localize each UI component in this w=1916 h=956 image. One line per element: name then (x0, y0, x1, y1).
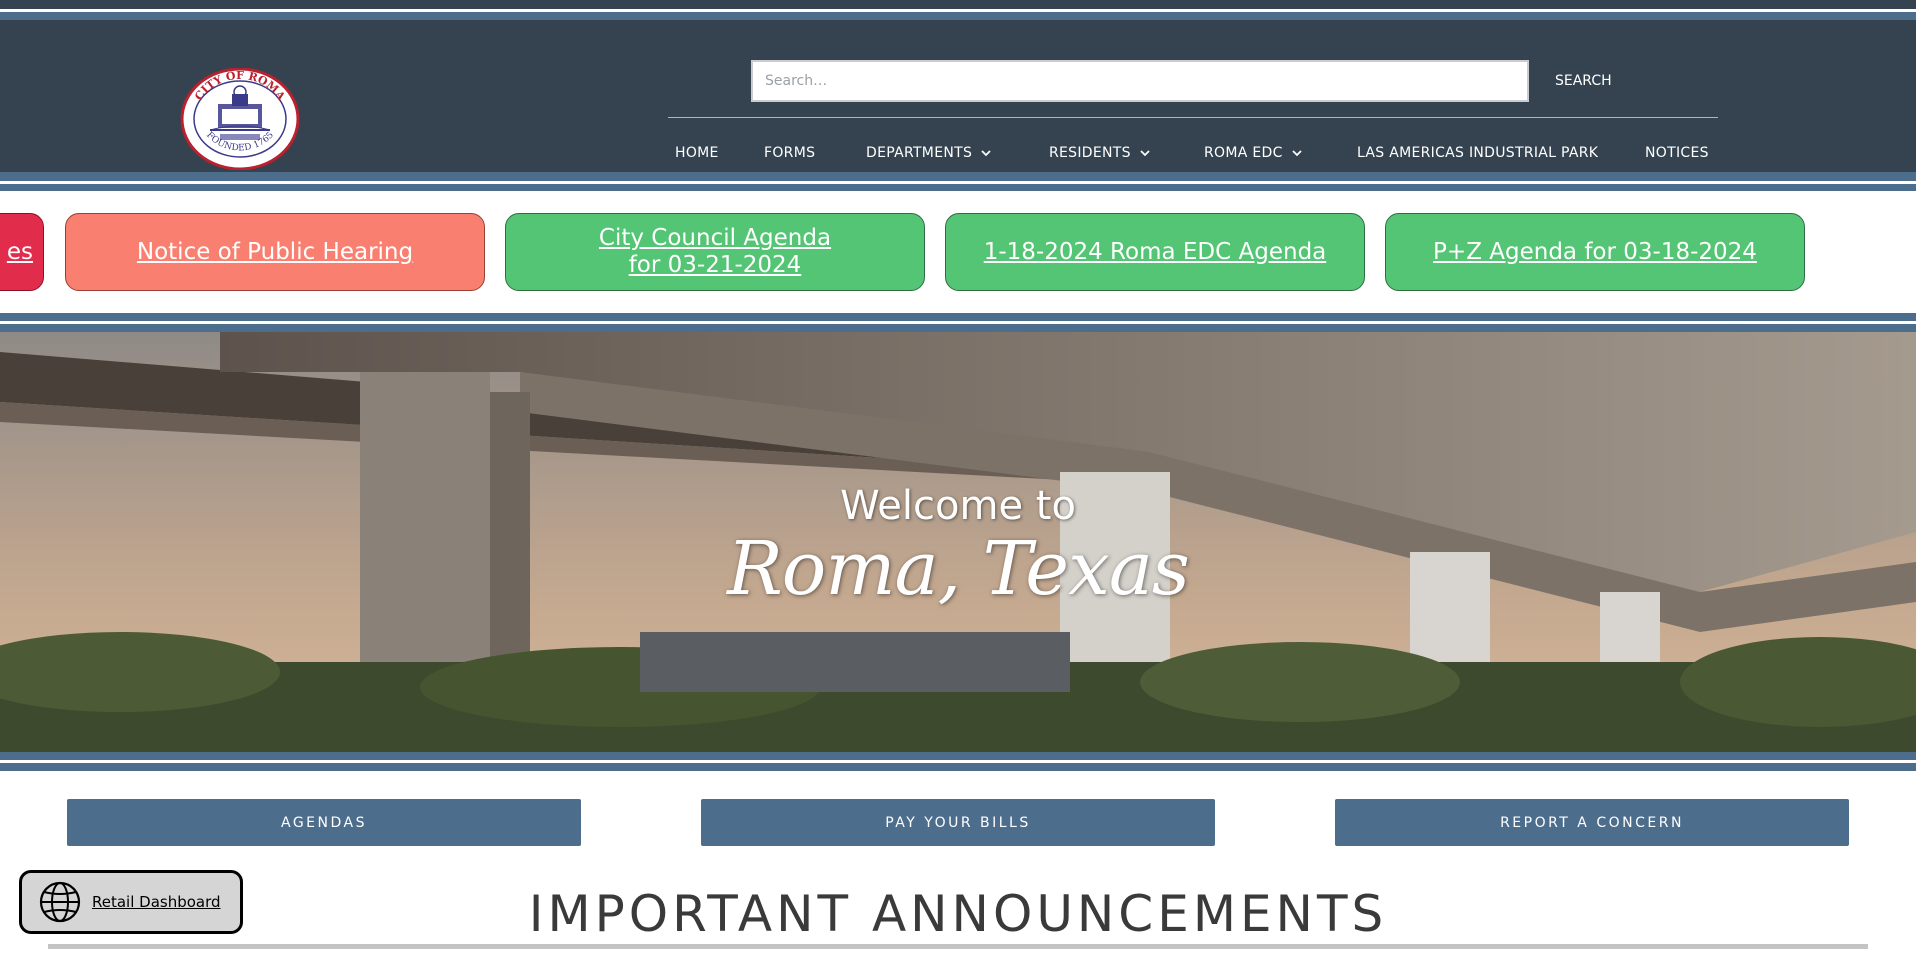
hero-bottom-stripe-blue-2 (0, 763, 1916, 771)
nav-label: FORMS (764, 145, 816, 161)
notice-label: Notice of Public Hearing (136, 238, 414, 265)
nav-label: NOTICES (1645, 145, 1709, 161)
notice-label: 1-18-2024 Roma EDC Agenda (983, 238, 1327, 265)
announcements-divider (48, 944, 1868, 949)
notice-button[interactable]: es (0, 213, 44, 291)
search-button[interactable]: SEARCH (1540, 66, 1627, 96)
nav-residents[interactable]: RESIDENTS (1049, 141, 1151, 165)
site-header: CITY OF ROMA FOUNDED 1765 SEARCH HOME FO… (0, 20, 1916, 172)
chevron-down-icon (981, 150, 991, 157)
hero-stripe-blue (0, 313, 1916, 321)
notice-label: es (6, 238, 33, 265)
header-stripe-blue-2 (0, 184, 1916, 191)
nav-label: DEPARTMENTS (866, 145, 973, 161)
hero-bottom-stripe-blue (0, 752, 1916, 760)
announcements-title: IMPORTANT ANNOUNCEMENTS (528, 885, 1388, 943)
notice-label: City Council Agenda for 03-21-2024 (598, 225, 832, 278)
nav-divider (668, 117, 1718, 118)
hero-welcome: Welcome to (840, 483, 1076, 529)
retail-dashboard-button[interactable]: Retail Dashboard (19, 870, 243, 934)
nav-label: HOME (675, 145, 719, 161)
hero-city-name: Roma, Texas (727, 526, 1190, 612)
nav-notices[interactable]: NOTICES (1645, 141, 1709, 165)
notice-button[interactable]: 1-18-2024 Roma EDC Agenda (945, 213, 1365, 291)
nav-las-americas[interactable]: LAS AMERICAS INDUSTRIAL PARK (1357, 141, 1598, 165)
notice-button[interactable]: Notice of Public Hearing (65, 213, 485, 291)
retail-dashboard-label: Retail Dashboard (92, 893, 221, 911)
nav-forms[interactable]: FORMS (764, 141, 815, 165)
notice-label: P+Z Agenda for 03-18-2024 (1433, 238, 1757, 265)
top-stripe-dark (0, 0, 1916, 9)
nav-label: ROMA EDC (1204, 145, 1283, 161)
nav-roma-edc[interactable]: ROMA EDC (1204, 141, 1303, 165)
nav-label: RESIDENTS (1049, 145, 1131, 161)
hero-stripe-blue-2 (0, 324, 1916, 332)
city-seal-icon: CITY OF ROMA FOUNDED 1765 (180, 67, 300, 171)
header-stripe-blue (0, 172, 1916, 181)
nav-home[interactable]: HOME (675, 141, 719, 165)
pay-bills-button[interactable]: PAY YOUR BILLS (701, 799, 1215, 846)
action-label: PAY YOUR BILLS (885, 814, 1031, 831)
agendas-button[interactable]: AGENDAS (67, 799, 581, 846)
search-input[interactable] (751, 60, 1529, 102)
nav-departments[interactable]: DEPARTMENTS (866, 141, 992, 165)
globe-icon (39, 881, 81, 923)
action-label: AGENDAS (281, 814, 367, 831)
report-concern-button[interactable]: REPORT A CONCERN (1335, 799, 1849, 846)
notice-button[interactable]: P+Z Agenda for 03-18-2024 (1385, 213, 1805, 291)
top-stripe-blue (0, 12, 1916, 20)
chevron-down-icon (1292, 150, 1302, 157)
action-label: REPORT A CONCERN (1500, 814, 1684, 831)
nav-label: LAS AMERICAS INDUSTRIAL PARK (1357, 145, 1599, 161)
notice-button[interactable]: City Council Agenda for 03-21-2024 (505, 213, 925, 291)
chevron-down-icon (1140, 150, 1150, 157)
city-logo[interactable]: CITY OF ROMA FOUNDED 1765 (180, 67, 300, 171)
